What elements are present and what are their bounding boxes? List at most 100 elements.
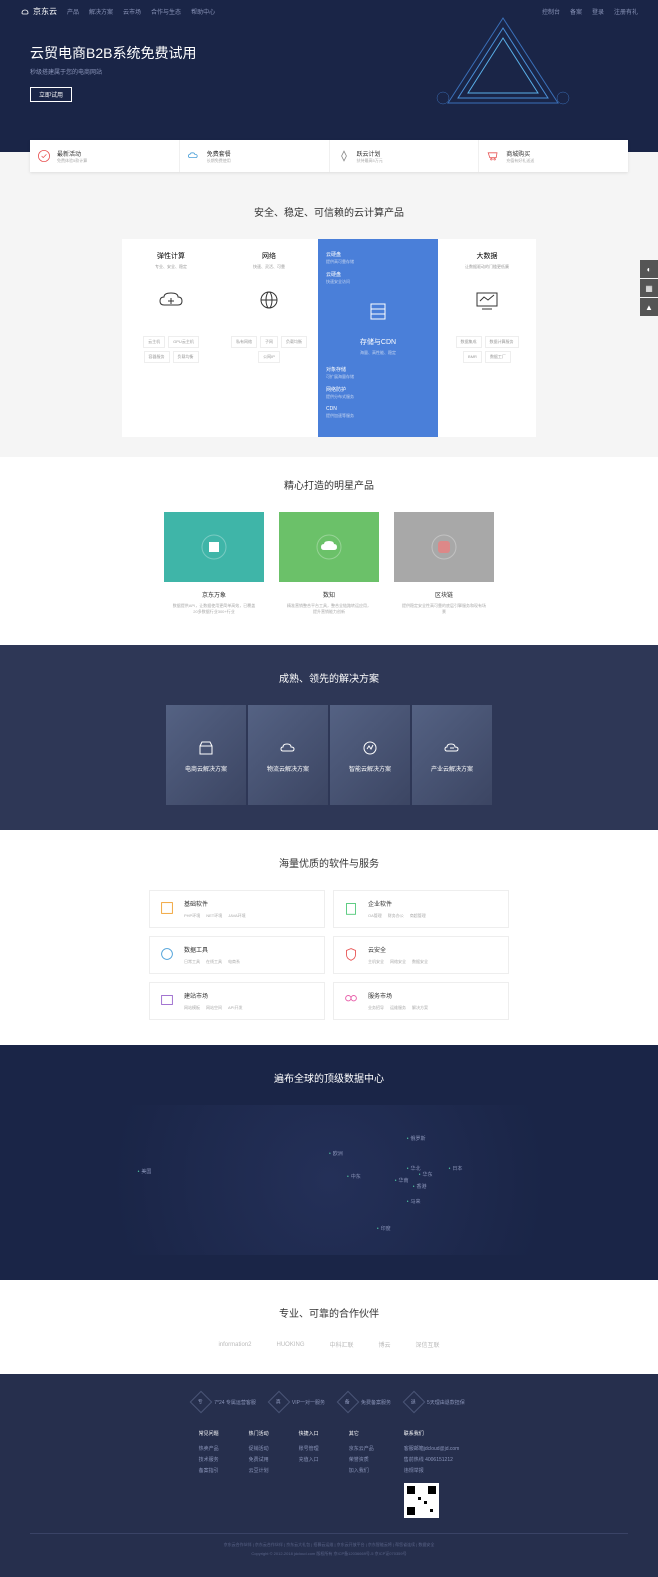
software-icon [158,899,176,917]
footer-links: 京东云合作伙伴 | 京东云合作伙伴 | 京东云大礼包 | 招募云运维 | 京东云… [30,1542,628,1548]
feature-item[interactable]: 跃云计划扶持最高5万元 [330,140,480,172]
side-tool-qr[interactable]: ▦ [640,279,658,297]
footer-badge: 备免费备案服务 [340,1394,391,1410]
section-title: 安全、稳定、可信赖的云计算产品 [30,204,628,219]
globe-icon [254,288,284,313]
footer-link[interactable]: 账号管理 [299,1445,319,1452]
map-location[interactable]: 华南 [395,1177,409,1184]
partner-logo[interactable]: 深信互联 [416,1340,440,1349]
footer-link[interactable]: 充值入口 [299,1456,319,1463]
footer-link[interactable]: 违规举报 [404,1467,460,1474]
service-card[interactable]: 企业软件OA管理财务办公商超管理 [333,890,509,928]
nav-login[interactable]: 登录 [592,7,604,16]
logo[interactable]: 京东云 [20,6,57,17]
solution-card[interactable]: 智能云解决方案 [330,705,410,805]
product-card-bigdata[interactable]: 大数据 让数据驱动的门槛更低廉 数据集成数据计算服务 BMR数据工厂 [438,239,536,437]
service-card[interactable]: 服务市场业务招导运维服务解决方案 [333,982,509,1020]
product-card-storage[interactable]: 云硬盘提供高可靠存储 云硬盘快速安全访问 存储与CDN 海量、高性能、稳定 对象… [318,239,438,437]
footer-column: 快捷入口账号管理充值入口 [299,1430,319,1518]
copyright-text: Copyright © 2012-2018 jdcloud.com 版权所有 京… [30,1551,628,1557]
nav-item[interactable]: 帮助中心 [191,7,215,16]
activity-icon [36,148,52,164]
map-location[interactable]: 香港 [413,1183,427,1190]
world-map: 美国欧洲中东俄罗斯华北华南华东香港日本马来印度 [30,1105,628,1255]
footer-link[interactable]: 热卖产品 [199,1445,219,1452]
section-title: 海量优质的软件与服务 [30,855,628,870]
product-card-network[interactable]: 网络 快速、灵活、可靠 私有网络子网 负载均衡公网IP [220,239,318,437]
footer-column: 其它京东云产品荣誉资质加入我们 [349,1430,374,1518]
data-tool-icon [158,945,176,963]
website-icon [158,991,176,1009]
cloud-icon [314,532,344,562]
footer-link[interactable]: 技术服务 [199,1456,219,1463]
logistics-icon [278,738,298,758]
footer-link[interactable]: 荣誉资质 [349,1456,374,1463]
footer-badge: 专7*24 专属运营客服 [193,1394,256,1410]
star-card[interactable]: 区块链 提供稳定安全性高可靠的底层引擎服务和现有场景 [394,512,494,625]
footer-link[interactable]: 加入我们 [349,1467,374,1474]
nav-item[interactable]: 云市场 [123,7,141,16]
solution-card[interactable]: 产业云解决方案 [412,705,492,805]
partner-logo[interactable]: 博云 [379,1340,391,1349]
hero-cta-button[interactable]: 立即试用 [30,87,72,102]
map-location[interactable]: 华东 [419,1171,433,1178]
nav-item[interactable]: 产品 [67,7,79,16]
nav-register[interactable]: 注册有礼 [614,7,638,16]
monitor-icon [472,288,502,313]
side-tools: ◐ ▦ ▲ [640,260,658,317]
map-location[interactable]: 美国 [138,1168,152,1175]
star-card[interactable]: 数知 精准营销整合平台工具，整合全链路转运应用，提升营销能力创新 [279,512,379,625]
map-location[interactable]: 欧洲 [329,1150,343,1157]
footer-badge: 退5天理由退款担保 [406,1394,465,1410]
data-icon [199,532,229,562]
ai-icon [360,738,380,758]
section-title: 成熟、领先的解决方案 [30,670,628,685]
cloud-icon [156,288,186,313]
map-location[interactable]: 印度 [377,1225,391,1232]
footer-link[interactable]: 客服邮箱jdcloud@jd.com [404,1445,460,1452]
feature-item[interactable]: 最新活动免费体验5款计算 [30,140,180,172]
service-card[interactable]: 建站市场网站模板网站空间API开发 [149,982,325,1020]
chain-icon [429,532,459,562]
nav-item[interactable]: 合作与生态 [151,7,181,16]
map-location[interactable]: 日本 [449,1165,463,1172]
side-tool-chat[interactable]: ◐ [640,260,658,278]
partner-logo[interactable]: 中科汇联 [330,1340,354,1349]
nav-item[interactable]: 解决方案 [89,7,113,16]
cart-icon [485,148,501,164]
star-card[interactable]: 京东万象 数据提供API，让数据使用更简单高效，已覆盖20多数据行业300+行业 [164,512,264,625]
footer-badge: 真VIP一对一服务 [271,1394,325,1410]
footer-link[interactable]: 售前热线 4006151212 [404,1456,460,1463]
map-location[interactable]: 马来 [407,1198,421,1205]
storage-icon [363,299,393,324]
feature-item[interactable]: 商城购买充值有好礼送送 [479,140,628,172]
map-location[interactable]: 俄罗斯 [407,1135,426,1142]
footer-link[interactable]: 云豆计划 [249,1467,269,1474]
partner-logo[interactable]: information2 [218,1342,251,1348]
service-card[interactable]: 云安全主机安全网络安全数据安全 [333,936,509,974]
section-title: 专业、可靠的合作伙伴 [30,1305,628,1320]
security-icon [342,945,360,963]
footer-link[interactable]: 京东云产品 [349,1445,374,1452]
feature-item[interactable]: 免费套餐长期免费使用 [180,140,330,172]
footer-link[interactable]: 备案指引 [199,1467,219,1474]
service-card[interactable]: 基础软件PHP环境NET环境JAVA环境 [149,890,325,928]
service-card[interactable]: 数据工具日常工具在线工具电商系 [149,936,325,974]
cloud-icon [186,148,202,164]
footer-column: 联系我们客服邮箱jdcloud@jd.com售前热线 4006151212违规举… [404,1430,460,1518]
rocket-icon [336,148,352,164]
map-location[interactable]: 中东 [347,1173,361,1180]
hero-graphic [428,8,578,118]
footer-link[interactable]: 免费试用 [249,1456,269,1463]
solution-card[interactable]: 物流云解决方案 [248,705,328,805]
industry-icon [442,738,462,758]
shop-icon [196,738,216,758]
section-title: 精心打造的明星产品 [30,477,628,492]
solution-card[interactable]: 电商云解决方案 [166,705,246,805]
partner-logo[interactable]: HUOKING [276,1342,304,1348]
product-card-compute[interactable]: 弹性计算 专业、安全、稳定 云主机GPU云主机 容器服务负载均衡 [122,239,220,437]
footer-link[interactable]: 促销活动 [249,1445,269,1452]
footer-column: 常见问题热卖产品技术服务备案指引 [199,1430,219,1518]
side-tool-top[interactable]: ▲ [640,298,658,316]
feature-bar: 最新活动免费体验5款计算 免费套餐长期免费使用 跃云计划扶持最高5万元 商城购买… [30,140,628,172]
